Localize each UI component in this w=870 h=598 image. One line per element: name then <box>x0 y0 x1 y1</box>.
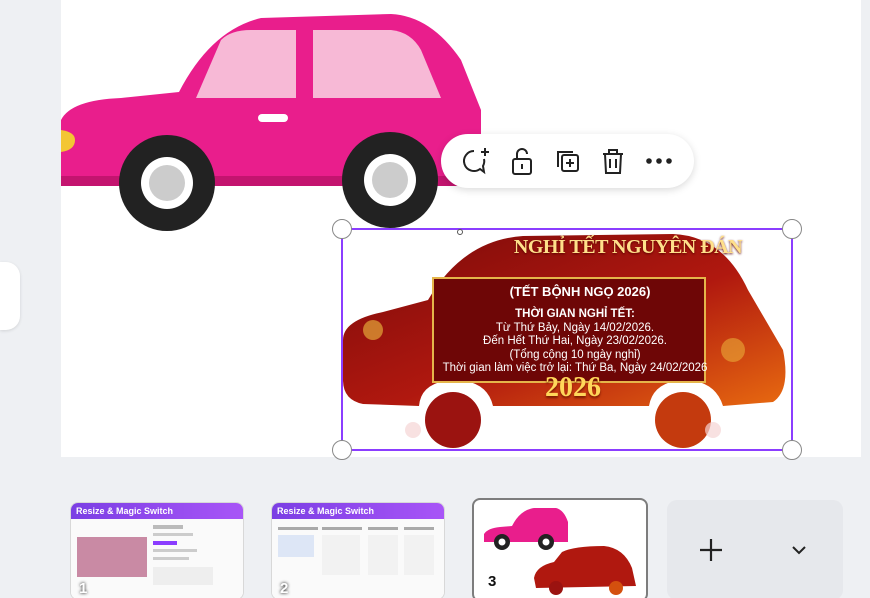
element-toolbar <box>441 134 694 188</box>
rotate-handle[interactable] <box>457 229 463 235</box>
page-thumbnail-2[interactable]: Resize & Magic Switch 2 <box>271 502 445 598</box>
duplicate-icon[interactable] <box>549 143 585 179</box>
page-thumbnail-3[interactable]: 3 <box>472 498 648 598</box>
lock-icon[interactable] <box>504 143 540 179</box>
page-thumbnail-title: Resize & Magic Switch <box>71 503 243 519</box>
selection-box[interactable] <box>332 219 802 460</box>
comment-add-icon[interactable] <box>458 143 494 179</box>
resize-handle-top-left[interactable] <box>332 219 352 239</box>
page-number: 3 <box>488 573 497 590</box>
page-strip: Resize & Magic Switch 1 Resize & Magic S… <box>0 490 870 598</box>
resize-handle-bottom-right[interactable] <box>782 440 802 460</box>
page-thumbnail-1[interactable]: Resize & Magic Switch 1 <box>70 502 244 598</box>
resize-handle-top-right[interactable] <box>782 219 802 239</box>
page-number: 1 <box>79 580 88 597</box>
trash-icon[interactable] <box>595 143 631 179</box>
chevron-down-icon[interactable] <box>779 530 819 570</box>
more-icon[interactable] <box>641 143 677 179</box>
page-controls <box>667 500 843 598</box>
page-number: 2 <box>280 580 289 597</box>
resize-handle-bottom-left[interactable] <box>332 440 352 460</box>
left-panel-handle[interactable] <box>0 262 20 330</box>
page-thumbnail-title: Resize & Magic Switch <box>272 503 444 519</box>
pink-car-graphic[interactable] <box>61 0 481 240</box>
plus-icon[interactable] <box>691 530 731 570</box>
